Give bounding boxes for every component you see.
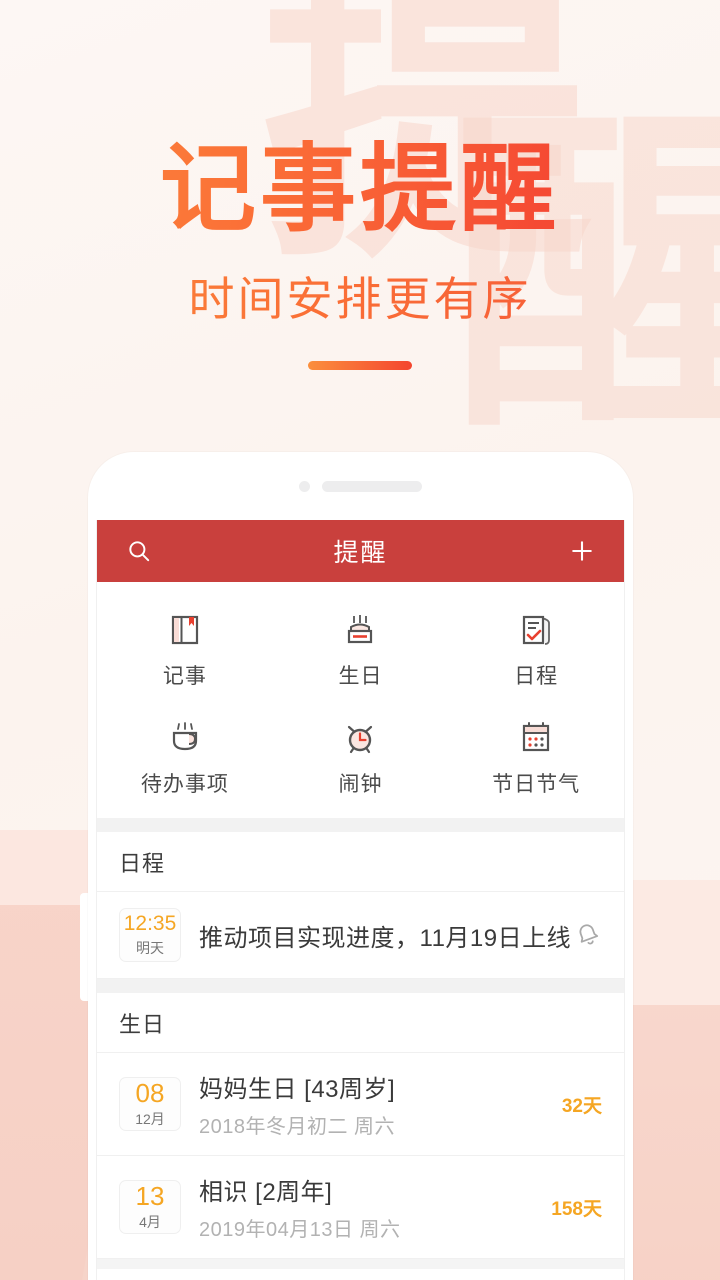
birthday-row-body: 妈妈生日 [43周岁] 2018年冬月初二 周六: [199, 1069, 552, 1139]
time-badge: 12:35 明天: [119, 908, 181, 962]
category-notebook[interactable]: 记事: [97, 598, 273, 696]
section-divider: [97, 818, 624, 832]
app-bar: 提醒: [97, 520, 624, 582]
category-grid: 记事 生日 日程 待办事项 闹钟 节日节气: [97, 582, 624, 818]
app-bar-title: 提醒: [333, 539, 388, 567]
phone-screen: 提醒 记事 生日 日程 待办事项 闹钟 节日节气 日程 12:35 明天 推动项…: [96, 520, 625, 1280]
search-icon[interactable]: [119, 538, 159, 564]
section-title: 生日: [119, 1011, 166, 1037]
birthday-cake-icon: [340, 606, 380, 650]
schedule-row-title: 推动项目实现进度，11月19日上线: [199, 924, 572, 952]
date-badge: 13 4月: [119, 1180, 181, 1234]
category-todo[interactable]: 待办事项: [97, 706, 273, 804]
badge-day-number: 13: [135, 1180, 165, 1211]
category-birthday[interactable]: 生日: [273, 598, 449, 696]
bell-icon[interactable]: [574, 921, 602, 949]
phone-mockup: 提醒 记事 生日 日程 待办事项 闹钟 节日节气 日程 12:35 明天 推动项…: [88, 452, 633, 1280]
birthday-row[interactable]: 08 12月 妈妈生日 [43周岁] 2018年冬月初二 周六 32天: [97, 1053, 624, 1156]
schedule-row-body: 推动项目实现进度，11月19日上线: [199, 918, 572, 953]
badge-time: 12:35: [123, 912, 177, 936]
section-header-schedule: 日程: [97, 832, 624, 892]
section-header-birthday: 生日: [97, 993, 624, 1053]
category-label: 生日: [338, 665, 383, 688]
section-title: 日程: [119, 850, 166, 876]
birthday-row-title: 相识 [2周年]: [199, 1179, 333, 1206]
speaker-grille: [322, 480, 422, 492]
camera-icon: [299, 480, 310, 492]
badge-month: 12月: [135, 1111, 165, 1128]
category-label: 节日节气: [492, 773, 581, 796]
birthday-row-body: 相识 [2周年] 2019年04月13日 周六: [199, 1172, 541, 1242]
notebook-icon: [165, 606, 205, 650]
document-check-icon: [516, 606, 556, 650]
plus-icon[interactable]: [562, 537, 602, 565]
badge-day-number: 08: [135, 1077, 165, 1108]
date-badge: 08 12月: [119, 1077, 181, 1131]
countdown-badge: 32天: [561, 1095, 602, 1117]
birthday-row[interactable]: 13 4月 相识 [2周年] 2019年04月13日 周六 158天: [97, 1156, 624, 1259]
section-divider: [97, 979, 624, 993]
category-label: 日程: [514, 665, 559, 688]
birthday-row-subtitle: 2019年04月13日 周六: [199, 1219, 401, 1241]
page-subtitle: 时间安排更有序: [0, 263, 720, 329]
alarm-clock-icon: [340, 714, 380, 758]
hero-block: 记事提醒 时间安排更有序: [0, 139, 720, 370]
badge-day: 明天: [136, 939, 164, 956]
category-schedule[interactable]: 日程: [448, 598, 624, 696]
coffee-cup-icon: [165, 714, 205, 758]
page-title: 记事提醒: [0, 139, 720, 241]
category-label: 待办事项: [140, 773, 229, 796]
countdown-badge: 158天: [551, 1198, 602, 1220]
hero-divider: [308, 360, 412, 370]
category-alarm[interactable]: 闹钟: [273, 706, 449, 804]
section-header-notes: 记事 全部: [97, 1269, 624, 1280]
category-label: 记事: [162, 665, 207, 688]
birthday-row-title: 妈妈生日 [43周岁]: [199, 1076, 396, 1103]
schedule-row[interactable]: 12:35 明天 推动项目实现进度，11月19日上线: [97, 892, 624, 979]
category-label: 闹钟: [338, 773, 383, 796]
calendar-icon: [516, 714, 556, 758]
badge-month: 4月: [139, 1214, 161, 1231]
section-divider: [97, 1259, 624, 1269]
phone-notch: [88, 452, 633, 520]
category-festival[interactable]: 节日节气: [448, 706, 624, 804]
birthday-row-subtitle: 2018年冬月初二 周六: [199, 1116, 396, 1138]
